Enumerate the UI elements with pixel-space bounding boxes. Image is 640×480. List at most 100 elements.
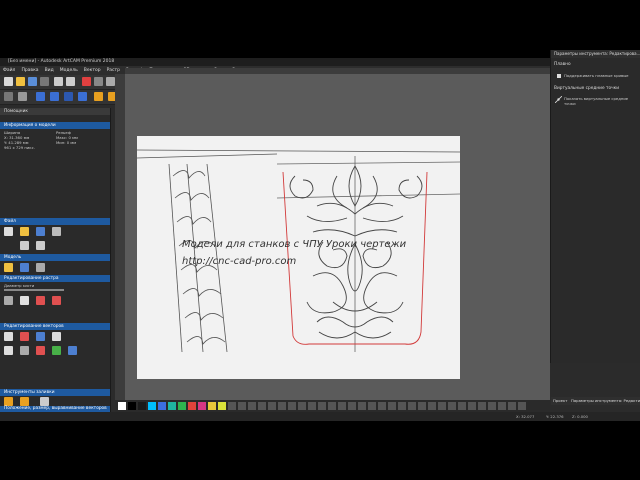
open-model-icon[interactable] (20, 227, 29, 236)
color-swatch[interactable] (118, 402, 126, 410)
section-model-info[interactable]: Информация о модели (0, 122, 110, 129)
paste-icon[interactable] (106, 77, 115, 86)
color-swatch[interactable] (138, 402, 146, 410)
section-vector-edit[interactable]: Редактирование векторов (0, 323, 110, 330)
vector-smooth-icon[interactable] (52, 346, 61, 355)
color-swatch[interactable] (428, 402, 436, 410)
color-swatch[interactable] (228, 402, 236, 410)
relief-add-icon[interactable] (36, 92, 45, 101)
color-swatch[interactable] (388, 402, 396, 410)
vmid-header: Виртуальные средние точки (554, 86, 620, 91)
color-swatch[interactable] (518, 402, 526, 410)
color-swatch[interactable] (508, 402, 516, 410)
menu-vector[interactable]: Вектор (81, 66, 104, 75)
color-swatch[interactable] (248, 402, 256, 410)
vector-trim-icon[interactable] (36, 346, 45, 355)
menu-file[interactable]: Файл (0, 66, 18, 75)
copy-icon[interactable] (94, 77, 103, 86)
color-swatch[interactable] (438, 402, 446, 410)
zoom-icon[interactable] (4, 92, 13, 101)
redo-icon[interactable] (66, 77, 75, 86)
color-swatch[interactable] (278, 402, 286, 410)
color-swatch[interactable] (318, 402, 326, 410)
undo-icon[interactable] (54, 77, 63, 86)
erase-icon[interactable] (52, 296, 61, 305)
color-swatch[interactable] (368, 402, 376, 410)
color-swatch[interactable] (498, 402, 506, 410)
vector-text-icon[interactable] (52, 332, 61, 341)
menu-view[interactable]: Вид (42, 66, 57, 75)
relief-zero-icon[interactable] (78, 92, 87, 101)
model-size-icon[interactable] (4, 263, 13, 272)
color-swatch[interactable] (288, 402, 296, 410)
cut-icon[interactable] (82, 77, 91, 86)
fill-bucket-icon[interactable] (20, 296, 29, 305)
color-swatch[interactable] (178, 402, 186, 410)
color-swatch[interactable] (128, 402, 136, 410)
save-model-icon[interactable] (36, 227, 45, 236)
fit-view-icon[interactable] (18, 92, 27, 101)
fill-pattern-icon[interactable] (20, 397, 29, 406)
vector-node-icon[interactable] (20, 332, 29, 341)
model-origin-icon[interactable] (20, 263, 29, 272)
color-swatch[interactable] (478, 402, 486, 410)
section-model[interactable]: Модель (0, 254, 110, 261)
color-swatch[interactable] (198, 402, 206, 410)
color-pick-icon[interactable] (36, 296, 45, 305)
panel-tab[interactable]: Помощник (0, 108, 110, 115)
color-swatch[interactable] (188, 402, 196, 410)
vector-weld-icon[interactable] (68, 346, 77, 355)
menu-edit[interactable]: Правка (18, 66, 41, 75)
color-swatch[interactable] (348, 402, 356, 410)
color-swatch[interactable] (218, 402, 226, 410)
redo-model-icon[interactable] (36, 241, 45, 250)
color-swatch[interactable] (268, 402, 276, 410)
color-swatch[interactable] (328, 402, 336, 410)
new-file-icon[interactable] (4, 77, 13, 86)
section-file[interactable]: Файл (0, 218, 110, 225)
section-fill-tools[interactable]: Инструменты заливки (0, 389, 110, 396)
color-swatch[interactable] (148, 402, 156, 410)
vector-select-icon[interactable] (4, 332, 13, 341)
color-swatch[interactable] (208, 402, 216, 410)
model-settings-icon[interactable] (52, 227, 61, 236)
vector-transform-icon[interactable] (36, 332, 45, 341)
save-icon[interactable] (28, 77, 37, 86)
color-swatch[interactable] (378, 402, 386, 410)
vmid-checkbox-label[interactable]: Показать виртуальные средние точки (564, 96, 639, 106)
section-raster-edit[interactable]: Редактирование растра (0, 275, 110, 282)
vector-cut-icon[interactable] (20, 346, 29, 355)
color-swatch[interactable] (158, 402, 166, 410)
color-swatch[interactable] (408, 402, 416, 410)
tab-tool-params[interactable]: Параметры инструмента: Редактир... (571, 397, 640, 405)
color-swatch[interactable] (168, 402, 176, 410)
color-swatch[interactable] (468, 402, 476, 410)
relief-subtract-icon[interactable] (50, 92, 59, 101)
relief-scale-icon[interactable] (94, 92, 103, 101)
brush-slider[interactable] (4, 289, 64, 291)
undo-model-icon[interactable] (20, 241, 29, 250)
color-swatch[interactable] (418, 402, 426, 410)
menu-model[interactable]: Модель (57, 66, 81, 75)
color-swatch[interactable] (308, 402, 316, 410)
color-swatch[interactable] (458, 402, 466, 410)
color-swatch[interactable] (298, 402, 306, 410)
smooth-checkbox[interactable] (557, 74, 561, 78)
color-swatch[interactable] (338, 402, 346, 410)
tab-project[interactable]: Проект (553, 397, 567, 405)
color-swatch[interactable] (358, 402, 366, 410)
relief-merge-icon[interactable] (64, 92, 73, 101)
color-swatch[interactable] (238, 402, 246, 410)
color-swatch[interactable] (258, 402, 266, 410)
color-swatch[interactable] (448, 402, 456, 410)
new-model-icon[interactable] (4, 227, 13, 236)
print-icon[interactable] (40, 77, 49, 86)
fill-region-icon[interactable] (40, 397, 49, 406)
model-import-icon[interactable] (36, 263, 45, 272)
fill-tool-icon[interactable] (4, 397, 13, 406)
color-swatch[interactable] (488, 402, 496, 410)
color-swatch[interactable] (398, 402, 406, 410)
vector-join-icon[interactable] (4, 346, 13, 355)
brush-icon[interactable] (4, 296, 13, 305)
open-folder-icon[interactable] (16, 77, 25, 86)
